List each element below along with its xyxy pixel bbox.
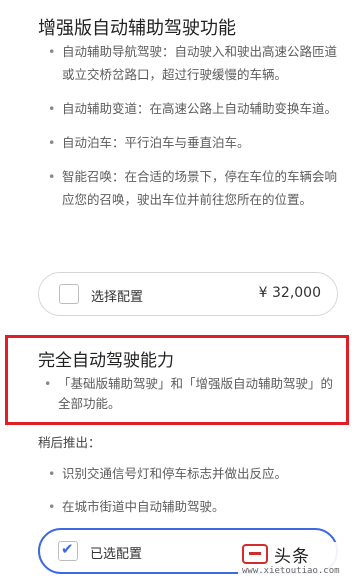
- watermark-name: 头条: [274, 547, 310, 567]
- fsd-feature-list: 「基础版辅助驾驶」和「增强版自动辅助驾驶」的全部功能。: [44, 374, 334, 414]
- check-icon: ✔: [61, 540, 74, 558]
- list-item: 识别交通信号灯和停车标志并做出反应。: [48, 462, 338, 485]
- enhanced-feature-list: 自动辅助导航驾驶：自动驶入和驶出高速公路匝道或立交桥岔路口，超过行驶缓慢的车辆。…: [48, 40, 348, 222]
- fsd-title: 完全自动驾驶能力: [38, 351, 174, 371]
- fsd-checkbox[interactable]: ✔: [58, 540, 78, 561]
- enhanced-checkbox[interactable]: [59, 284, 79, 304]
- list-item: 自动辅助变道：在高速公路上自动辅助变换车道。: [48, 97, 348, 120]
- list-item: 自动辅助导航驾驶：自动驶入和驶出高速公路匝道或立交桥岔路口，超过行驶缓慢的车辆。: [48, 40, 348, 86]
- watermark: 头条 www.xietoutiao.com: [238, 542, 356, 580]
- select-enhanced-option-button[interactable]: 选择配置 ¥ 32,000: [38, 272, 338, 316]
- option-label: 选择配置: [91, 290, 144, 305]
- option-price: ¥ 32,000: [258, 285, 321, 301]
- later-feature-list: 识别交通信号灯和停车标志并做出反应。 在城市街道中自动辅助驾驶。: [48, 462, 338, 528]
- watermark-url: www.xietoutiao.com: [242, 566, 340, 576]
- enhanced-autopilot-title: 增强版自动辅助驾驶功能: [38, 18, 236, 39]
- list-item: 智能召唤：在合适的场景下，停在车位的车辆会响应您的召唤，驶出车位并前往您所在的位…: [48, 165, 348, 211]
- coming-later-label: 稍后推出：: [38, 435, 101, 450]
- option-label: 已选配置: [90, 547, 143, 562]
- toutiao-logo-icon: [242, 544, 268, 564]
- list-item: 「基础版辅助驾驶」和「增强版自动辅助驾驶」的全部功能。: [44, 374, 334, 414]
- list-item: 在城市街道中自动辅助驾驶。: [48, 495, 338, 518]
- list-item: 自动泊车：平行泊车与垂直泊车。: [48, 131, 348, 154]
